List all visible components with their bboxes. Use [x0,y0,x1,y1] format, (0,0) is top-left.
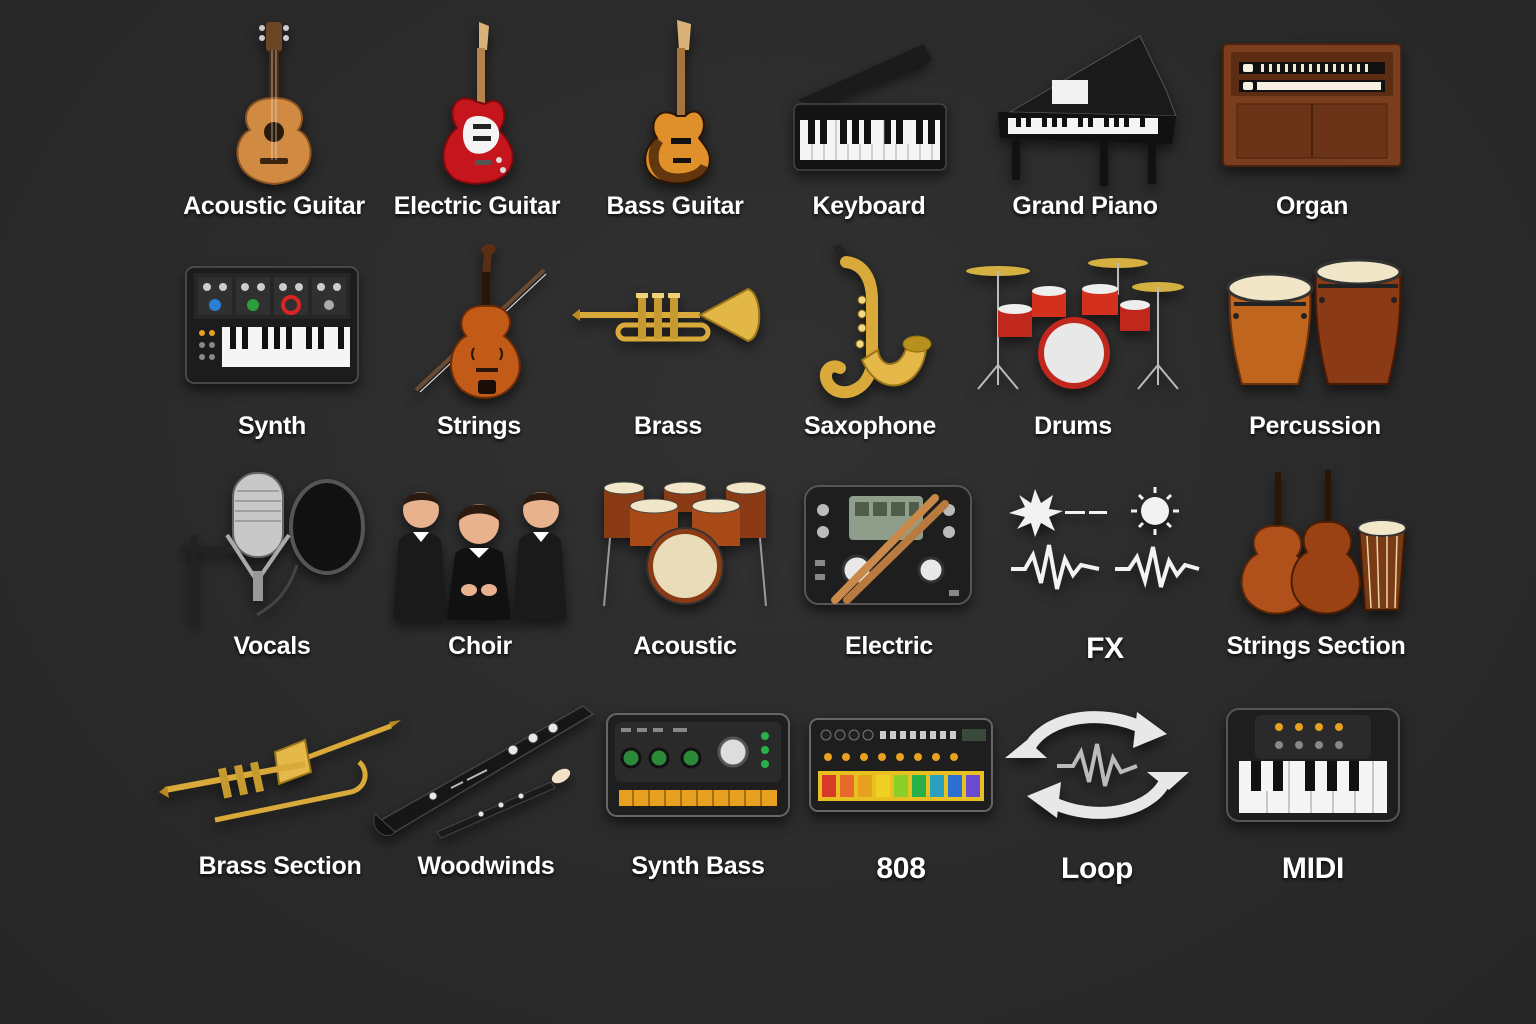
tile-synth-bass[interactable]: Synth Bass [598,680,798,890]
keyboard-icon [793,44,947,171]
instrument-label: Loop [1060,852,1134,885]
instrument-label: Drums [1034,412,1112,440]
instrument-label: Strings Section [1226,632,1406,660]
instrument-label: Woodwinds [417,852,555,880]
bass-guitar-icon [644,20,711,185]
drum-machine-icon [804,485,972,605]
instrument-label: Synth Bass [631,852,765,880]
drum-kit-icon [966,258,1184,390]
tile-saxophone[interactable]: Saxophone [770,240,970,450]
tile-midi[interactable]: MIDI [1213,680,1413,890]
tile-woodwinds[interactable]: Woodwinds [373,680,595,890]
instrument-label: Electric Guitar [393,192,561,220]
strings-section-icon [1240,470,1407,615]
tile-electric-guitar[interactable]: Electric Guitar [377,20,577,230]
saxophone-icon [819,244,932,399]
choir-singers-icon [393,492,567,620]
organ-icon [1222,43,1402,167]
instrument-label: Grand Piano [1012,192,1158,220]
violin-icon [414,244,547,399]
trumpet-icon [572,287,761,343]
instrument-label: Percussion [1249,412,1381,440]
tile-keyboard[interactable]: Keyboard [769,20,969,230]
clarinet-icon [373,705,595,839]
tile-loop[interactable]: Loop [997,680,1197,890]
tile-electric[interactable]: Electric [789,460,989,670]
instrument-label: Choir [448,632,512,660]
tile-drums[interactable]: Drums [966,240,1184,450]
electric-guitar-icon [442,22,514,185]
instrument-label: Vocals [233,632,311,660]
acoustic-guitar-icon [236,22,312,186]
tile-strings-section[interactable]: Strings Section [1216,460,1416,670]
tile-brass-section[interactable]: Brass Section [159,680,401,890]
microphone-icon [181,472,365,625]
instrument-label: Organ [1275,192,1349,220]
tile-percussion[interactable]: Percussion [1215,240,1415,450]
conga-drums-icon [1226,258,1402,385]
tile-acoustic-guitar[interactable]: Acoustic Guitar [174,20,374,230]
tile-808[interactable]: 808 [801,680,1001,890]
tile-fx[interactable]: FX [1005,460,1205,670]
loop-arrows-icon [1005,711,1189,819]
synth-icon [185,266,359,384]
trombone-icon [159,720,401,823]
drum-sequencer-icon [809,718,993,812]
grand-piano-icon [998,35,1177,186]
acoustic-drums-icon [603,481,767,607]
tile-organ[interactable]: Organ [1212,20,1412,230]
fx-waveform-icon [1009,487,1200,590]
instrument-label: Brass [634,412,702,440]
tile-vocals[interactable]: Vocals [172,460,372,670]
instrument-label: FX [1086,632,1124,665]
instrument-label: MIDI [1281,852,1345,885]
instrument-label: 808 [876,852,926,885]
instrument-label: Strings [436,412,522,440]
instrument-label: Synth [238,412,306,440]
tile-acoustic[interactable]: Acoustic [585,460,785,670]
instrument-label: Brass Section [198,852,362,880]
midi-keyboard-icon [1226,708,1400,822]
tile-strings[interactable]: Strings [379,240,579,450]
instrument-grid: Acoustic Guitar Electric Guitar Bass Gui… [0,0,1536,1024]
instrument-label: Bass Guitar [606,192,744,220]
tile-brass[interactable]: Brass [568,240,768,450]
instrument-label: Acoustic Guitar [183,192,365,220]
instrument-label: Keyboard [812,192,926,220]
instrument-label: Electric [845,632,933,660]
instrument-label: Acoustic [633,632,737,660]
tile-bass-guitar[interactable]: Bass Guitar [575,20,775,230]
tile-synth[interactable]: Synth [172,240,372,450]
synth-module-icon [606,713,790,817]
tile-choir[interactable]: Choir [380,460,580,670]
tile-grand-piano[interactable]: Grand Piano [985,20,1185,230]
instrument-label: Saxophone [803,412,937,440]
